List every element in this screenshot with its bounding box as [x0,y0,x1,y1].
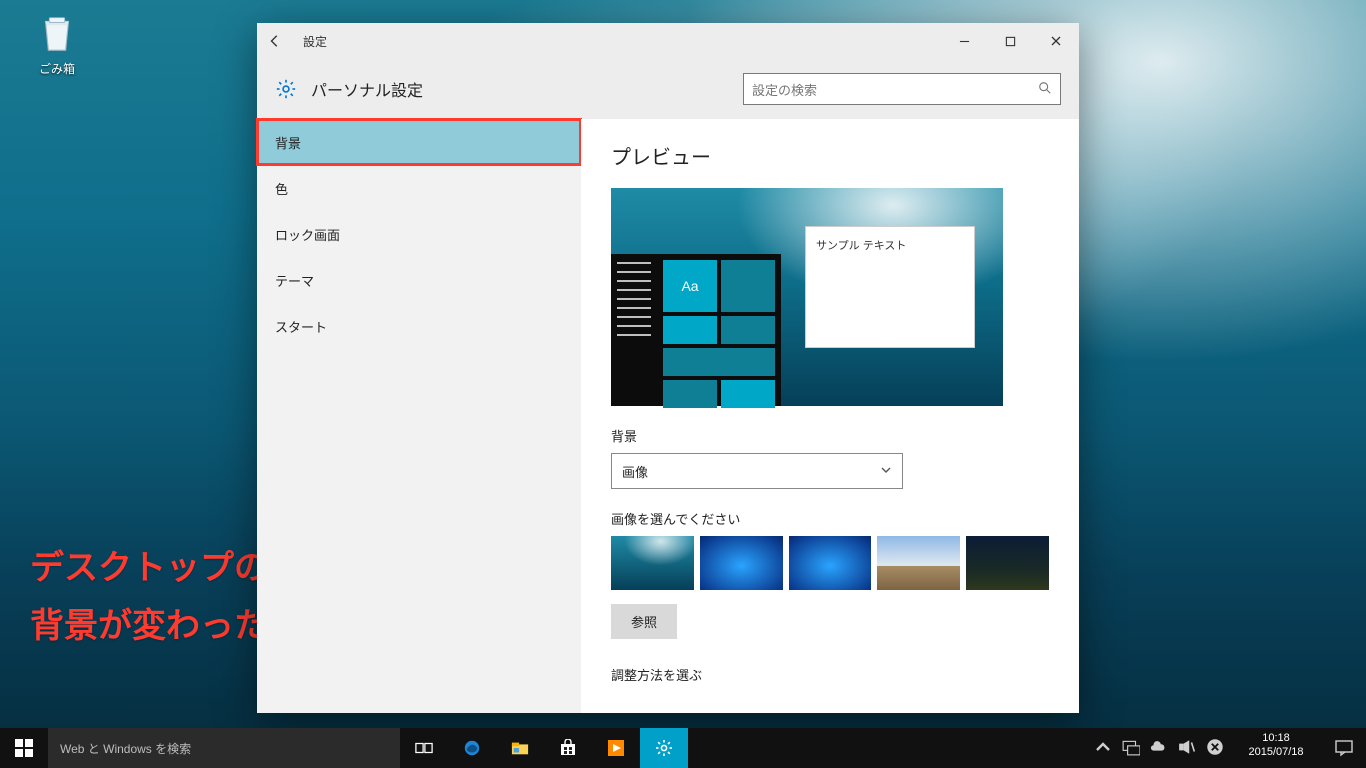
tray-volume-icon[interactable] [1178,738,1196,759]
background-preview: Aa サンプル テキスト [611,188,1003,406]
clock-date: 2015/07/18 [1236,746,1316,760]
tray-network-icon[interactable] [1122,738,1140,759]
browse-button[interactable]: 参照 [611,604,677,639]
preview-heading: プレビュー [611,141,1049,170]
subheader: パーソナル設定 設定の検索 [257,59,1079,119]
action-center-button[interactable] [1322,728,1366,768]
clock-time: 10:18 [1236,732,1316,746]
start-button[interactable] [0,728,48,768]
search-icon [1038,81,1052,98]
gear-icon [275,78,297,100]
annotation-text: デスクトップの 背景が変わった [30,540,268,656]
taskbar-search-input[interactable]: Web と Windows を検索 [48,728,400,768]
minimize-button[interactable] [941,23,987,59]
taskbar-media-icon[interactable] [592,728,640,768]
settings-window: 設定 パーソナル設定 設定の検索 背景 色 ロック画面 [257,23,1079,713]
nav-item-background[interactable]: 背景 [257,119,581,165]
desktop: ごみ箱 デスクトップの 背景が変わった 設定 パーソナル設定 [0,0,1366,768]
settings-search-input[interactable]: 設定の検索 [743,73,1061,105]
recycle-bin[interactable]: ごみ箱 [20,10,94,77]
titlebar: 設定 [257,23,1079,59]
tray-chevron-up-icon[interactable] [1094,738,1112,759]
subheader-title: パーソナル設定 [311,77,423,101]
wallpaper-thumb-3[interactable] [789,536,872,590]
background-type-dropdown[interactable]: 画像 [611,453,903,489]
nav-item-colors[interactable]: 色 [257,165,581,211]
taskbar: Web と Windows を検索 10:18 2015/07/18 [0,728,1366,768]
preview-start-menu: Aa [611,254,781,406]
settings-nav: 背景 色 ロック画面 テーマ スタート [257,119,581,713]
wallpaper-thumbnails [611,536,1049,590]
taskbar-explorer-icon[interactable] [496,728,544,768]
wallpaper-thumb-5[interactable] [966,536,1049,590]
task-view-button[interactable] [400,728,448,768]
wallpaper-thumb-4[interactable] [877,536,960,590]
tray-onedrive-icon[interactable] [1150,738,1168,759]
chevron-down-icon [880,464,892,479]
dropdown-value: 画像 [622,462,648,481]
recycle-bin-icon [34,10,80,56]
nav-item-themes[interactable]: テーマ [257,257,581,303]
search-placeholder: 設定の検索 [752,80,817,99]
fit-label: 調整方法を選ぶ [611,665,1049,684]
background-label: 背景 [611,426,1049,445]
taskbar-store-icon[interactable] [544,728,592,768]
settings-content: プレビュー Aa [581,119,1079,713]
recycle-bin-label: ごみ箱 [20,60,94,77]
tray-close-icon[interactable] [1206,738,1224,759]
back-button[interactable] [257,23,293,59]
nav-item-start[interactable]: スタート [257,303,581,349]
choose-image-label: 画像を選んでください [611,509,1049,528]
maximize-button[interactable] [987,23,1033,59]
system-tray[interactable] [1088,728,1230,768]
preview-tile-aa: Aa [663,260,717,312]
preview-sample-window: サンプル テキスト [805,226,975,348]
window-title: 設定 [303,33,327,50]
taskbar-settings-icon[interactable] [640,728,688,768]
wallpaper-thumb-1[interactable] [611,536,694,590]
close-button[interactable] [1033,23,1079,59]
wallpaper-thumb-2[interactable] [700,536,783,590]
taskbar-edge-icon[interactable] [448,728,496,768]
taskbar-clock[interactable]: 10:18 2015/07/18 [1230,728,1322,768]
nav-item-lockscreen[interactable]: ロック画面 [257,211,581,257]
